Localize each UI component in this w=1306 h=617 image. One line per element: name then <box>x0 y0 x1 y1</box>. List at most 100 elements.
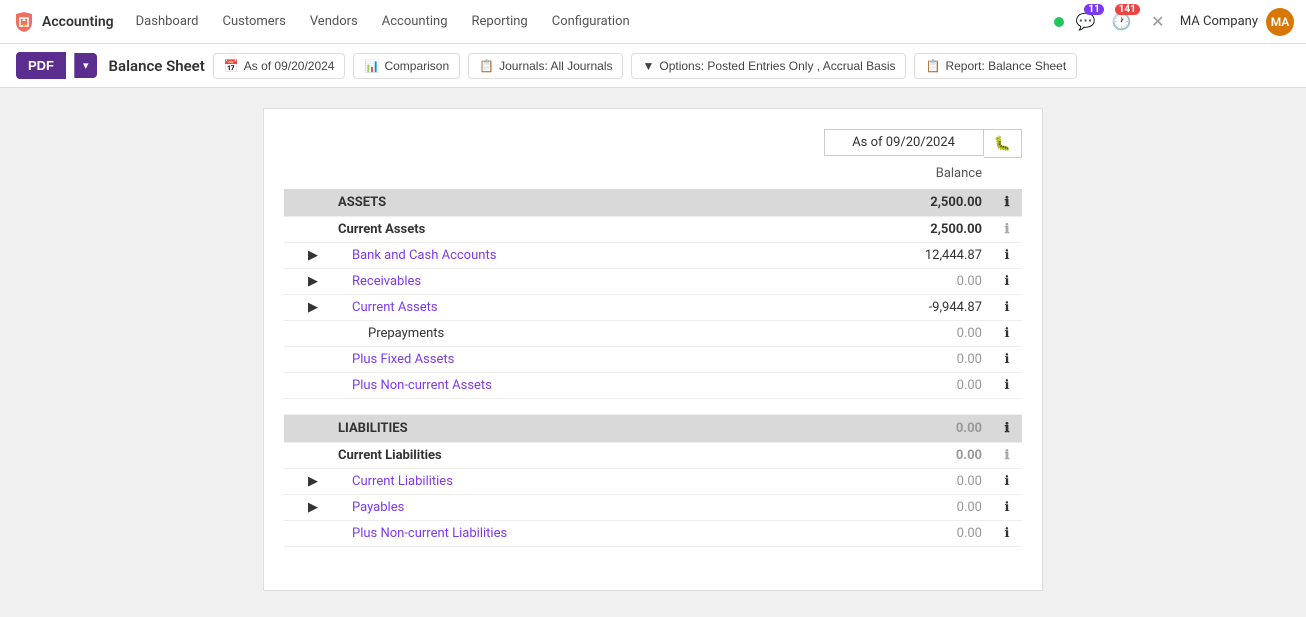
report-container: As of 09/20/2024 🐛 Balance ASSETS 2,500.… <box>263 108 1043 591</box>
current-assets-detail-chevron[interactable]: ▶ <box>284 295 328 321</box>
liabilities-info-icon[interactable]: ℹ <box>992 415 1022 443</box>
current-liabilities-detail-row: ▶ Current Liabilities 0.00 ℹ <box>284 469 1022 495</box>
filter-date-label: As of 09/20/2024 <box>244 59 335 73</box>
current-assets-label: Current Assets <box>328 217 800 243</box>
liabilities-section-header: LIABILITIES 0.00 ℹ <box>284 415 1022 443</box>
fixed-assets-info[interactable]: ℹ <box>992 347 1022 373</box>
current-assets-chevron <box>284 217 328 243</box>
current-assets-detail-label: Current Assets <box>328 295 800 321</box>
receivables-row: ▶ Receivables 0.00 ℹ <box>284 269 1022 295</box>
payables-chevron[interactable]: ▶ <box>284 495 328 521</box>
current-liabilities-group-info[interactable]: ℹ <box>992 443 1022 469</box>
activity-badge: 141 <box>1115 4 1140 15</box>
bank-cash-amount: 12,444.87 <box>800 243 992 269</box>
receivables-info[interactable]: ℹ <box>992 269 1022 295</box>
payables-row: ▶ Payables 0.00 ℹ <box>284 495 1022 521</box>
content-area: As of 09/20/2024 🐛 Balance ASSETS 2,500.… <box>0 88 1306 611</box>
assets-section-header: ASSETS 2,500.00 ℹ <box>284 189 1022 217</box>
assets-total: 2,500.00 <box>800 189 992 217</box>
top-navigation: Accounting Dashboard Customers Vendors A… <box>0 0 1306 44</box>
payables-amount: 0.00 <box>800 495 992 521</box>
current-liabilities-detail-info[interactable]: ℹ <box>992 469 1022 495</box>
current-liabilities-detail-label: Current Liabilities <box>328 469 800 495</box>
app-brand: Accounting <box>42 14 114 30</box>
app-logo[interactable]: Accounting <box>12 10 114 34</box>
noncurrent-assets-chevron <box>284 373 328 399</box>
current-liabilities-detail-amount: 0.00 <box>800 469 992 495</box>
assets-expand-icon <box>284 189 328 217</box>
filter-comparison[interactable]: 📊 Comparison <box>353 53 460 79</box>
pdf-button[interactable]: PDF <box>16 52 66 79</box>
plus-noncurrent-liabilities-amount: 0.00 <box>800 521 992 547</box>
receivables-amount: 0.00 <box>800 269 992 295</box>
date-input[interactable]: As of 09/20/2024 <box>824 129 984 156</box>
nav-right: 💬 11 🕐 141 ✕ MA Company MA <box>1054 8 1294 36</box>
receivables-chevron[interactable]: ▶ <box>284 269 328 295</box>
plus-fixed-assets-amount: 0.00 <box>800 347 992 373</box>
liabilities-expand-icon <box>284 415 328 443</box>
report-icon: 📋 <box>925 59 940 73</box>
bank-cash-info[interactable]: ℹ <box>992 243 1022 269</box>
filter-report[interactable]: 📋 Report: Balance Sheet <box>914 53 1077 79</box>
online-status-indicator <box>1054 17 1064 27</box>
current-assets-detail-row: ▶ Current Assets -9,944.87 ℹ <box>284 295 1022 321</box>
prepayments-label: Prepayments <box>328 321 800 347</box>
bank-cash-chevron[interactable]: ▶ <box>284 243 328 269</box>
company-name: MA Company <box>1180 14 1258 29</box>
assets-table: ASSETS 2,500.00 ℹ Current Assets 2,500.0… <box>284 189 1022 547</box>
prepayments-row: Prepayments 0.00 ℹ <box>284 321 1022 347</box>
filter-options-label: Options: Posted Entries Only , Accrual B… <box>659 59 895 73</box>
nav-customers[interactable]: Customers <box>213 8 296 35</box>
balance-column-header: Balance <box>284 166 1022 185</box>
filter-comparison-label: Comparison <box>384 59 449 73</box>
plus-noncurrent-liabilities-label[interactable]: Plus Non-current Liabilities <box>328 521 800 547</box>
current-assets-group: Current Assets 2,500.00 ℹ <box>284 217 1022 243</box>
payables-info[interactable]: ℹ <box>992 495 1022 521</box>
plus-noncurrent-assets-amount: 0.00 <box>800 373 992 399</box>
toolbar: PDF ▾ Balance Sheet 📅 As of 09/20/2024 📊… <box>0 44 1306 88</box>
current-liabilities-detail-chevron[interactable]: ▶ <box>284 469 328 495</box>
filter-options[interactable]: ▼ Options: Posted Entries Only , Accrual… <box>631 53 906 79</box>
nav-accounting[interactable]: Accounting <box>372 8 458 35</box>
plus-fixed-assets-row: Plus Fixed Assets 0.00 ℹ <box>284 347 1022 373</box>
plus-noncurrent-assets-row: Plus Non-current Assets 0.00 ℹ <box>284 373 1022 399</box>
liabilities-total: 0.00 <box>800 415 992 443</box>
assets-label: ASSETS <box>328 189 800 217</box>
nav-vendors[interactable]: Vendors <box>300 8 368 35</box>
noncurrent-liabilities-info[interactable]: ℹ <box>992 521 1022 547</box>
filter-report-label: Report: Balance Sheet <box>945 59 1066 73</box>
nav-reporting[interactable]: Reporting <box>462 8 538 35</box>
messages-button[interactable]: 💬 11 <box>1072 8 1100 36</box>
pdf-dropdown-button[interactable]: ▾ <box>74 53 97 78</box>
current-assets-amount: 2,500.00 <box>800 217 992 243</box>
close-button[interactable]: ✕ <box>1144 8 1172 36</box>
user-avatar[interactable]: MA <box>1266 8 1294 36</box>
bank-cash-row: ▶ Bank and Cash Accounts 12,444.87 ℹ <box>284 243 1022 269</box>
noncurrent-liabilities-chevron <box>284 521 328 547</box>
current-assets-info[interactable]: ℹ <box>992 217 1022 243</box>
prepayments-chevron <box>284 321 328 347</box>
report-header: As of 09/20/2024 🐛 <box>284 129 1022 158</box>
current-liabilities-group-amount: 0.00 <box>800 443 992 469</box>
filter-date[interactable]: 📅 As of 09/20/2024 <box>213 53 346 79</box>
calendar-icon: 📅 <box>224 59 239 73</box>
bank-cash-label: Bank and Cash Accounts <box>328 243 800 269</box>
prepayments-info[interactable]: ℹ <box>992 321 1022 347</box>
noncurrent-assets-info[interactable]: ℹ <box>992 373 1022 399</box>
debug-button[interactable]: 🐛 <box>984 129 1022 158</box>
spacer-row-1 <box>284 399 1022 415</box>
current-liabilities-chevron <box>284 443 328 469</box>
assets-info-icon[interactable]: ℹ <box>992 189 1022 217</box>
messages-badge: 11 <box>1084 4 1103 15</box>
plus-fixed-assets-label[interactable]: Plus Fixed Assets <box>328 347 800 373</box>
nav-dashboard[interactable]: Dashboard <box>126 8 209 35</box>
activity-button[interactable]: 🕐 141 <box>1108 8 1136 36</box>
liabilities-label: LIABILITIES <box>328 415 800 443</box>
current-liabilities-group-label: Current Liabilities <box>328 443 800 469</box>
journals-icon: 📋 <box>479 59 494 73</box>
current-assets-detail-info[interactable]: ℹ <box>992 295 1022 321</box>
filter-journals[interactable]: 📋 Journals: All Journals <box>468 53 623 79</box>
plus-noncurrent-assets-label[interactable]: Plus Non-current Assets <box>328 373 800 399</box>
filter-journals-label: Journals: All Journals <box>499 59 612 73</box>
nav-configuration[interactable]: Configuration <box>542 8 640 35</box>
